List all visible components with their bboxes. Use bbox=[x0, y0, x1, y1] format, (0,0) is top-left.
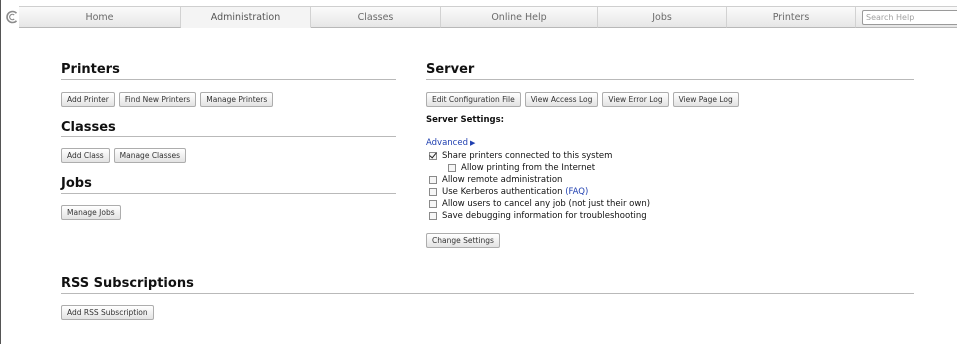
rss-divider bbox=[61, 293, 914, 294]
cancel-any-job-option: Allow users to cancel any job (not just … bbox=[429, 198, 650, 209]
top-nav: Home Administration Classes Online Help … bbox=[19, 6, 957, 28]
share-printers-checkbox[interactable] bbox=[429, 151, 437, 160]
tab-administration[interactable]: Administration bbox=[181, 6, 311, 28]
search-input[interactable] bbox=[862, 9, 957, 25]
add-rss-subscription-button[interactable]: Add RSS Subscription bbox=[61, 305, 154, 320]
jobs-button-row: Manage Jobs bbox=[61, 205, 121, 220]
jobs-heading: Jobs bbox=[61, 176, 92, 191]
share-printers-option: Share printers connected to this system bbox=[429, 150, 612, 161]
printers-button-row: Add Printer Find New Printers Manage Pri… bbox=[61, 92, 274, 107]
change-settings-row: Change Settings bbox=[426, 233, 500, 248]
cups-logo-icon bbox=[6, 10, 18, 24]
tab-classes[interactable]: Classes bbox=[311, 6, 441, 28]
allow-internet-checkbox[interactable] bbox=[448, 163, 456, 172]
manage-classes-button[interactable]: Manage Classes bbox=[113, 148, 187, 163]
server-divider bbox=[426, 79, 914, 80]
jobs-divider bbox=[61, 193, 396, 194]
add-class-button[interactable]: Add Class bbox=[61, 148, 110, 163]
share-printers-label: Share printers connected to this system bbox=[442, 150, 613, 161]
advanced-link[interactable]: Advanced ▶ bbox=[426, 138, 475, 148]
server-settings-heading: Server Settings: bbox=[426, 115, 505, 125]
view-page-log-button[interactable]: View Page Log bbox=[672, 92, 739, 107]
server-heading: Server bbox=[426, 62, 475, 77]
printers-divider bbox=[61, 79, 396, 80]
logo[interactable] bbox=[0, 6, 19, 28]
remote-admin-option: Allow remote administration bbox=[429, 174, 562, 185]
kerberos-checkbox[interactable] bbox=[429, 187, 437, 196]
view-error-log-button[interactable]: View Error Log bbox=[602, 92, 669, 107]
classes-divider bbox=[61, 136, 396, 137]
manage-printers-button[interactable]: Manage Printers bbox=[200, 92, 274, 107]
tab-jobs[interactable]: Jobs bbox=[598, 6, 727, 28]
kerberos-option: Use Kerberos authentication (FAQ) bbox=[429, 186, 588, 197]
tab-home[interactable]: Home bbox=[19, 6, 181, 28]
search-container bbox=[856, 6, 957, 28]
triangle-right-icon: ▶ bbox=[470, 139, 476, 147]
manage-jobs-button[interactable]: Manage Jobs bbox=[61, 205, 121, 220]
cancel-any-job-checkbox[interactable] bbox=[429, 199, 437, 208]
advanced-link-label: Advanced bbox=[426, 138, 468, 148]
rss-heading: RSS Subscriptions bbox=[61, 276, 194, 291]
tab-online-help[interactable]: Online Help bbox=[441, 6, 598, 28]
classes-button-row: Add Class Manage Classes bbox=[61, 148, 187, 163]
classes-heading: Classes bbox=[61, 120, 116, 135]
find-new-printers-button[interactable]: Find New Printers bbox=[118, 92, 197, 107]
remote-admin-label: Allow remote administration bbox=[442, 174, 563, 185]
cancel-any-job-label: Allow users to cancel any job (not just … bbox=[442, 198, 651, 209]
kerberos-faq-link[interactable]: (FAQ) bbox=[565, 187, 588, 197]
view-access-log-button[interactable]: View Access Log bbox=[524, 92, 599, 107]
server-button-row: Edit Configuration File View Access Log … bbox=[426, 92, 739, 107]
allow-internet-option: Allow printing from the Internet bbox=[448, 162, 595, 173]
printers-heading: Printers bbox=[61, 62, 120, 77]
kerberos-label: Use Kerberos authentication bbox=[442, 186, 563, 197]
allow-internet-label: Allow printing from the Internet bbox=[461, 162, 596, 173]
debug-info-option: Save debugging information for troublesh… bbox=[429, 210, 647, 221]
remote-admin-checkbox[interactable] bbox=[429, 175, 437, 184]
tab-printers[interactable]: Printers bbox=[727, 6, 856, 28]
debug-info-checkbox[interactable] bbox=[429, 211, 437, 220]
window-left-border bbox=[0, 0, 1, 344]
add-printer-button[interactable]: Add Printer bbox=[61, 92, 115, 107]
rss-button-row: Add RSS Subscription bbox=[61, 305, 154, 320]
debug-info-label: Save debugging information for troublesh… bbox=[442, 210, 647, 221]
edit-configuration-file-button[interactable]: Edit Configuration File bbox=[426, 92, 521, 107]
change-settings-button[interactable]: Change Settings bbox=[426, 233, 500, 248]
